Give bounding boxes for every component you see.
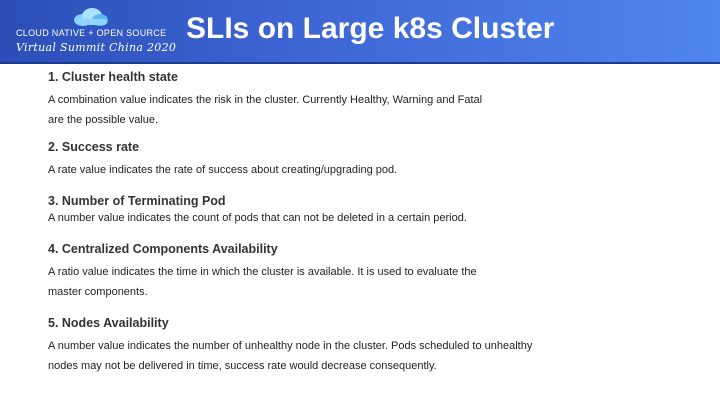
- sli-item-terminating-pod: 3. Number of Terminating Pod A number va…: [48, 194, 467, 228]
- sli-description-line: A number value indicates the number of u…: [48, 340, 533, 352]
- sli-heading: 1. Cluster health state: [48, 70, 178, 84]
- header-banner: CLOUD NATIVE + OPEN SOURCE Virtual Summi…: [0, 0, 720, 64]
- summit-logo: CLOUD NATIVE + OPEN SOURCE Virtual Summi…: [10, 6, 176, 58]
- sli-description-line: are the possible value.: [48, 114, 159, 126]
- sli-description-line: A ratio value indicates the time in whic…: [48, 266, 477, 278]
- sli-heading: 2. Success rate: [48, 140, 140, 154]
- sli-heading: 4. Centralized Components Availability: [48, 242, 278, 256]
- sli-item-nodes-availability: 5. Nodes Availability A number value ind…: [48, 316, 532, 376]
- sli-item-components-availability: 4. Centralized Components Availability A…: [48, 242, 477, 302]
- logo-text-top: CLOUD NATIVE + OPEN SOURCE: [16, 28, 167, 38]
- sli-item-success-rate: 2. Success rate A rate value indicates t…: [48, 140, 397, 180]
- sli-item-cluster-health: 1. Cluster health state A combination va…: [48, 70, 482, 130]
- logo-text-bottom: Virtual Summit China 2020: [16, 41, 177, 54]
- sli-heading: 3. Number of Terminating Pod: [48, 194, 226, 208]
- sli-heading: 5. Nodes Availability: [48, 316, 169, 330]
- cloud-icon: [74, 8, 108, 26]
- sli-description-line: A combination value indicates the risk i…: [48, 94, 483, 106]
- sli-description-line: A number value indicates the count of po…: [48, 212, 467, 224]
- sli-description-line: nodes may not be delivered in time, succ…: [48, 360, 437, 372]
- slide-title: SLIs on Large k8s Cluster: [186, 12, 555, 45]
- sli-description-line: A rate value indicates the rate of succe…: [48, 164, 398, 176]
- sli-description-line: master components.: [48, 286, 148, 298]
